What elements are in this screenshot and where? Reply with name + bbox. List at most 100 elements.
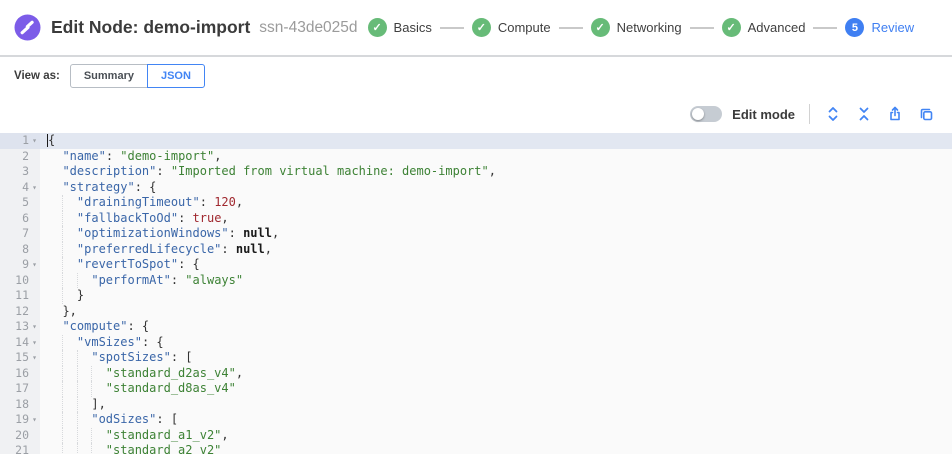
step-label: Advanced xyxy=(748,20,806,35)
indent-guide xyxy=(62,443,63,454)
step-basics[interactable]: ✓Basics xyxy=(368,18,432,37)
code-content: "preferredLifecycle": null, xyxy=(40,242,952,258)
indent-guide xyxy=(91,366,92,382)
editor-actions xyxy=(824,106,934,123)
token-p: : { xyxy=(178,257,200,271)
edit-node-page: Edit Node: demo-import ssn-43de025d ✓Bas… xyxy=(0,0,952,474)
indent-guide xyxy=(62,257,63,273)
toolbar-divider xyxy=(809,104,810,124)
code-line[interactable]: 15▾ "spotSizes": [ xyxy=(0,350,952,366)
token-n: 120 xyxy=(214,195,236,209)
token-k: "odSizes" xyxy=(91,412,156,426)
code-content: "strategy": { xyxy=(40,180,952,196)
code-line[interactable]: 3 "description": "Imported from virtual … xyxy=(0,164,952,180)
code-line[interactable]: 18 ], xyxy=(0,397,952,413)
code-content: "standard_d2as_v4", xyxy=(40,366,952,382)
fold-toggle-icon[interactable]: ▾ xyxy=(29,335,40,351)
code-line[interactable]: 5 "drainingTimeout": 120, xyxy=(0,195,952,211)
line-number: 5 xyxy=(22,195,29,211)
token-s: "Imported from virtual machine: demo-imp… xyxy=(171,164,489,178)
fold-toggle-icon[interactable]: ▾ xyxy=(29,319,40,335)
line-number: 19 xyxy=(15,412,29,428)
step-compute[interactable]: ✓Compute xyxy=(472,18,551,37)
indent-guide xyxy=(77,428,78,444)
step-connector xyxy=(813,27,837,29)
token-p: : xyxy=(171,273,185,287)
toggle-knob xyxy=(692,108,704,120)
code-line[interactable]: 11 } xyxy=(0,288,952,304)
token-p: : xyxy=(156,164,170,178)
code-line[interactable]: 17 "standard_d8as_v4" xyxy=(0,381,952,397)
code-line[interactable]: 19▾ "odSizes": [ xyxy=(0,412,952,428)
line-number: 16 xyxy=(15,366,29,382)
token-p: : [ xyxy=(171,350,193,364)
token-k: "description" xyxy=(62,164,156,178)
json-view-button[interactable]: JSON xyxy=(147,64,205,88)
fold-toggle-icon[interactable]: ▾ xyxy=(29,257,40,273)
token-k: "spotSizes" xyxy=(91,350,170,364)
line-number: 14 xyxy=(15,335,29,351)
step-review[interactable]: 5Review xyxy=(845,18,914,37)
step-advanced[interactable]: ✓Advanced xyxy=(722,18,806,37)
code-line[interactable]: 7 "optimizationWindows": null, xyxy=(0,226,952,242)
token-p: , xyxy=(221,428,228,442)
line-number: 7 xyxy=(22,226,29,242)
step-networking[interactable]: ✓Networking xyxy=(591,18,682,37)
code-line[interactable]: 8 "preferredLifecycle": null, xyxy=(0,242,952,258)
token-p: , xyxy=(272,226,279,240)
token-p: : xyxy=(221,242,235,256)
indent-guide xyxy=(62,226,63,242)
code-line[interactable]: 2 "name": "demo-import", xyxy=(0,149,952,165)
token-s: "standard_d8as_v4" xyxy=(106,381,236,395)
fold-toggle-icon[interactable]: ▾ xyxy=(29,180,40,196)
code-line[interactable]: 12 }, xyxy=(0,304,952,320)
line-number: 8 xyxy=(22,242,29,258)
code-content: "drainingTimeout": 120, xyxy=(40,195,952,211)
line-number: 1 xyxy=(22,133,29,149)
token-k: "preferredLifecycle" xyxy=(77,242,222,256)
summary-view-button[interactable]: Summary xyxy=(70,64,148,88)
fold-toggle-icon[interactable]: ▾ xyxy=(29,350,40,366)
code-line[interactable]: 14▾ "vmSizes": { xyxy=(0,335,952,351)
code-content: }, xyxy=(40,304,952,320)
token-p: , xyxy=(236,366,243,380)
line-number: 11 xyxy=(15,288,29,304)
indent-guide xyxy=(62,273,63,289)
edit-mode-toggle[interactable] xyxy=(690,106,722,122)
line-number: 6 xyxy=(22,211,29,227)
fold-toggle-icon[interactable]: ▾ xyxy=(29,412,40,428)
token-p: , xyxy=(214,149,221,163)
code-line[interactable]: 16 "standard_d2as_v4", xyxy=(0,366,952,382)
code-line[interactable]: 10 "performAt": "always" xyxy=(0,273,952,289)
code-content: "description": "Imported from virtual ma… xyxy=(40,164,952,180)
copy-icon[interactable] xyxy=(917,106,934,123)
json-editor[interactable]: 1▾{2 "name": "demo-import",3 "descriptio… xyxy=(0,133,952,454)
fold-toggle-icon[interactable]: ▾ xyxy=(29,133,40,149)
code-line[interactable]: 20 "standard_a1_v2", xyxy=(0,428,952,444)
indent-guide xyxy=(77,350,78,366)
line-gutter: 3 xyxy=(0,164,40,180)
text-cursor xyxy=(47,134,49,147)
code-content: "revertToSpot": { xyxy=(40,257,952,273)
code-line[interactable]: 13▾ "compute": { xyxy=(0,319,952,335)
view-as-label: View as: xyxy=(14,70,60,82)
export-icon[interactable] xyxy=(886,106,903,123)
code-line[interactable]: 9▾ "revertToSpot": { xyxy=(0,257,952,273)
code-line[interactable]: 21 "standard_a2_v2" xyxy=(0,443,952,454)
token-s: "always" xyxy=(185,273,243,287)
line-gutter: 20 xyxy=(0,428,40,444)
token-s: "standard_d2as_v4" xyxy=(106,366,236,380)
code-line[interactable]: 1▾ { xyxy=(0,133,952,149)
indent-guide xyxy=(91,428,92,444)
unfold-icon[interactable] xyxy=(824,106,841,123)
code-line[interactable]: 6 "fallbackToOd": true, xyxy=(0,211,952,227)
step-check-icon: ✓ xyxy=(472,18,491,37)
code-line[interactable]: 4▾ "strategy": { xyxy=(0,180,952,196)
token-k: "optimizationWindows" xyxy=(77,226,229,240)
fold-icon[interactable] xyxy=(855,106,872,123)
token-s: "standard_a1_v2" xyxy=(106,428,222,442)
line-number: 17 xyxy=(15,381,29,397)
token-p: { xyxy=(48,133,55,147)
indent-guide xyxy=(77,273,78,289)
indent-guide xyxy=(62,350,63,366)
